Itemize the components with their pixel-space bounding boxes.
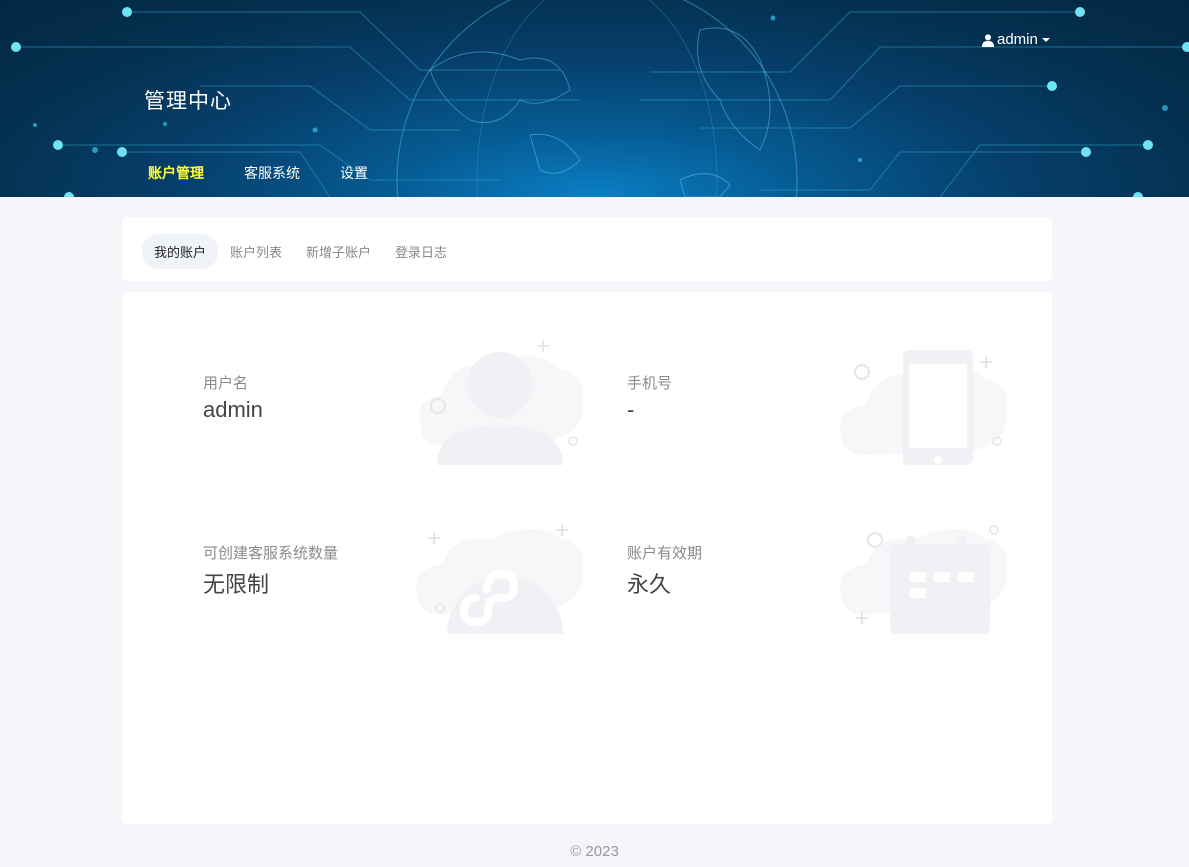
phone-info: 手机号 - (627, 372, 672, 423)
expiry-info: 账户有效期 永久 (627, 542, 702, 599)
phone-label: 手机号 (627, 375, 673, 392)
footer-copyright: © 2023 (570, 843, 619, 860)
user-name: admin (997, 31, 1038, 48)
tab-login-log[interactable]: 登录日志 (383, 234, 459, 269)
nav-item-settings[interactable]: 设置 (340, 163, 368, 183)
cs-limit-label: 可创建客服系统数量 (203, 545, 339, 562)
account-info-card: 用户名 admin 手机号 - 可创建客服系统数量 无限制 账户有效期 永久 (122, 292, 1052, 824)
nav-item-customer-service[interactable]: 客服系统 (244, 163, 300, 183)
tab-my-account[interactable]: 我的账户 (142, 234, 219, 269)
nav-item-account-management[interactable]: 账户管理 (148, 163, 204, 183)
chevron-down-icon (1041, 37, 1050, 42)
main-nav: 账户管理 客服系统 设置 (148, 163, 408, 183)
username-info: 用户名 admin (203, 372, 263, 423)
phone-value: - (627, 397, 635, 422)
phone-illustration-icon (840, 350, 1007, 465)
header-banner: 管理中心 admin 账户管理 客服系统 设置 (0, 0, 1189, 197)
cs-limit-value: 无限制 (203, 572, 270, 597)
miniapp-illustration-icon (416, 524, 583, 634)
expiry-value: 永久 (627, 572, 672, 597)
expiry-label: 账户有效期 (627, 545, 703, 562)
tab-add-sub-account[interactable]: 新增子账户 (294, 234, 383, 269)
user-icon (981, 33, 995, 47)
username-label: 用户名 (203, 375, 249, 392)
tabs-card: 我的账户 账户列表 新增子账户 登录日志 (122, 217, 1052, 281)
tab-bar: 我的账户 账户列表 新增子账户 登录日志 (142, 234, 459, 269)
user-illustration-icon (419, 340, 583, 465)
tab-account-list[interactable]: 账户列表 (218, 234, 294, 269)
cs-limit-info: 可创建客服系统数量 无限制 (203, 542, 338, 599)
username-value: admin (203, 397, 263, 422)
user-menu-dropdown[interactable]: admin (981, 31, 1050, 48)
page-title: 管理中心 (144, 90, 232, 113)
calendar-illustration-icon (840, 525, 1007, 634)
